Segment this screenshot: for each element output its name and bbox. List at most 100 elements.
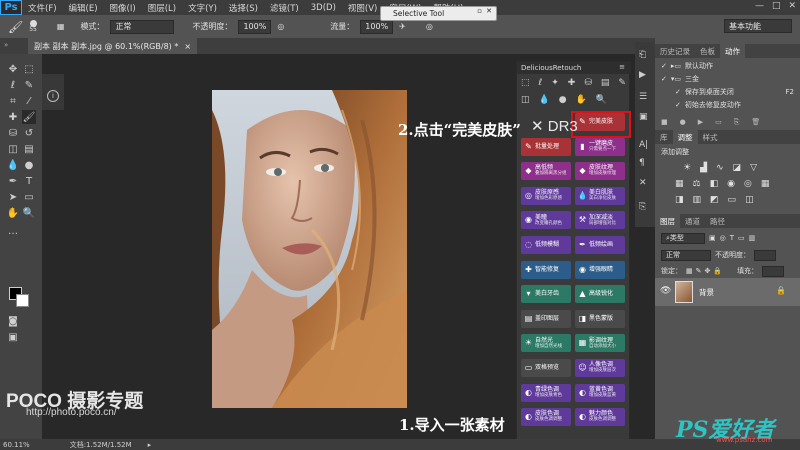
actions-panel-icon[interactable]: ▶ (639, 70, 646, 80)
tab-swatches[interactable]: 色板 (695, 44, 720, 58)
pressure-opacity-icon[interactable]: ◎ (277, 22, 284, 31)
brush-panel-icon[interactable]: ▦ (57, 22, 65, 31)
dr3-button-7[interactable]: 💧 美白肌肤 美白净化皮肤 (575, 186, 625, 205)
pressure-size-icon[interactable]: ◎ (426, 22, 433, 31)
move-tool-icon[interactable]: ✥ (6, 62, 20, 76)
close-button[interactable]: ✕ (788, 1, 796, 11)
airbrush-icon[interactable]: ✈ (399, 22, 406, 31)
lasso-tool-icon[interactable]: ℓ (6, 78, 20, 92)
character-panel-icon[interactable]: A| (639, 140, 648, 150)
eraser-mini-icon[interactable]: ◫ (521, 95, 530, 109)
curves-icon[interactable]: ∿ (716, 163, 724, 173)
document-tab-close[interactable]: × (184, 42, 191, 51)
tab-adjustments[interactable]: 调整 (672, 130, 698, 144)
dr3-button-12[interactable]: ✚ 智能修复 (521, 260, 571, 279)
mixer-icon[interactable]: ◎ (744, 179, 752, 189)
minimize-button[interactable]: — (755, 1, 764, 11)
levels-icon[interactable]: ▟ (700, 163, 707, 173)
dr3-button-20[interactable]: ▭ 双格预览 (521, 359, 571, 377)
workspace-select[interactable]: 基本功能 (724, 19, 792, 33)
dr3-button-17[interactable]: ◨ 黑色蒙版 (575, 309, 625, 328)
dr3-button-10[interactable]: ◌ 低频模糊 (521, 236, 571, 254)
play-icon[interactable]: ▶ (698, 118, 703, 126)
zoom-tool-icon[interactable]: 🔍 (22, 206, 36, 220)
menu-layer[interactable]: 图层(L) (142, 2, 182, 14)
blur-mini-icon[interactable]: 💧 (539, 95, 550, 109)
healing-mini-icon[interactable]: ✚ (568, 78, 576, 92)
more-tools-icon[interactable]: … (6, 224, 20, 238)
dr3-button-9[interactable]: ⚒ 加深减淡 局部增强对比 (575, 211, 625, 230)
dr3-button-15[interactable]: ▲ 高级锐化 (575, 285, 625, 304)
healing-brush-icon[interactable]: ✚ (6, 110, 20, 124)
clone-source-icon[interactable]: ⎘ (639, 202, 646, 212)
filter-icons[interactable]: ▣◎T▭▥ (709, 234, 759, 242)
hue-icon[interactable]: ▦ (675, 179, 684, 189)
blur-tool-icon[interactable]: 💧 (6, 158, 20, 172)
marquee-mini-icon[interactable]: ⬚ (521, 78, 530, 92)
info-icon[interactable]: i (47, 90, 59, 102)
dr3-button-19[interactable]: ▦ 影调纹理 自动添加大小 (575, 334, 625, 353)
tab-channels[interactable]: 通道 (680, 214, 705, 228)
tab-paths[interactable]: 路径 (705, 214, 730, 228)
flow-field[interactable]: 100% (360, 19, 394, 34)
mode-select[interactable]: 正常 (110, 19, 175, 34)
action-row[interactable]: ✓ 保存到桌面关闭 F2 (655, 86, 800, 98)
maximize-button[interactable]: □ (772, 1, 781, 11)
type-tool-icon[interactable]: T (22, 174, 36, 188)
visibility-eye-icon[interactable]: 👁 (660, 286, 671, 296)
path-select-icon[interactable]: ➤ (6, 190, 20, 204)
history-panel-icon[interactable]: ⎗ (639, 50, 646, 60)
photo-filter-icon[interactable]: ◉ (727, 179, 735, 189)
layer-row-background[interactable]: 👁 背景 🔒 (655, 278, 800, 306)
quick-select-icon[interactable]: ✎ (22, 78, 36, 92)
brush-tool-icon[interactable]: 🖌 (22, 110, 36, 124)
brush-tool-icon[interactable]: 🖌 (8, 20, 23, 34)
quick-mask-icon[interactable]: ◙ (6, 314, 20, 328)
layer-kind-select[interactable]: ⌕ 类型 (661, 232, 705, 244)
menu-3d[interactable]: 3D(D) (305, 3, 342, 13)
dr3-button-2[interactable]: ✎ 批量处理 (521, 137, 571, 156)
paragraph-panel-icon[interactable]: ¶ (639, 158, 645, 168)
dr3-button-24[interactable]: ◐ 皮肤色调 皮肤色调调整 (521, 408, 571, 427)
stamp-mini-icon[interactable]: ⛁ (584, 78, 592, 92)
brightness-icon[interactable]: ☀ (683, 163, 691, 173)
dodge-tool-icon[interactable]: ● (22, 158, 36, 172)
eyedropper-icon[interactable]: ⁄ (22, 94, 36, 108)
dr3-button-4[interactable]: ◆ 高低频 叠加隔离黑分组 (521, 162, 571, 181)
background-color-swatch[interactable] (16, 294, 29, 307)
exposure-icon[interactable]: ◪ (733, 163, 742, 173)
action-row[interactable]: ✓ ▸▭ 默认动作 (655, 60, 800, 72)
menu-select[interactable]: 选择(S) (223, 2, 264, 14)
document-tab[interactable]: 副本 副本 副本.jpg @ 60.1%(RGB/8) * × (28, 38, 198, 54)
dr3-button-23[interactable]: ◐ 蓝黄色调 增加皮肤蓝黄 (575, 383, 625, 402)
layer-opacity-field[interactable] (754, 249, 776, 261)
delete-icon[interactable]: 🗑 (751, 118, 760, 126)
tab-library[interactable]: 库 (655, 130, 673, 144)
pen-tool-icon[interactable]: ✒ (6, 174, 20, 188)
dr3-button-3[interactable]: ▮ 一键磨皮 只需要点一下 (575, 137, 625, 156)
dr3-button-21[interactable]: ☺ 人像色调 增加皮肤层次 (575, 359, 625, 377)
dr3-button-8[interactable]: ◉ 美瞳 改变瞳孔颜色 (521, 211, 571, 230)
menu-image[interactable]: 图像(I) (104, 2, 142, 14)
balance-icon[interactable]: ⚖ (693, 179, 701, 189)
blend-mode-select[interactable]: 正常 (661, 249, 711, 261)
stop-icon[interactable]: ■ (661, 118, 668, 126)
shape-tool-icon[interactable]: ▭ (22, 190, 36, 204)
bw-icon[interactable]: ◧ (710, 179, 719, 189)
invert-icon[interactable]: ◨ (675, 195, 684, 205)
action-row[interactable]: ✓ 初始去修复皮动作 (655, 99, 800, 111)
dr3-button-11[interactable]: ✒ 低频绘画 (575, 236, 625, 254)
adjust-panel-icon[interactable]: ☰ (639, 92, 647, 102)
action-row[interactable]: ✓ ▾▭ 三金 (655, 73, 800, 85)
opacity-field[interactable]: 100% (238, 19, 272, 34)
hand-mini-icon[interactable]: ✋ (576, 95, 587, 109)
lasso-mini-icon[interactable]: ℓ (539, 78, 543, 92)
dr3-button-14[interactable]: ▾ 美白牙齿 (521, 285, 571, 304)
dr3-button-18[interactable]: ☀ 自然光 增加自然光线 (521, 334, 571, 353)
properties-panel-icon[interactable]: ▣ (639, 112, 648, 122)
tab-history[interactable]: 历史记录 (655, 44, 695, 58)
menu-edit[interactable]: 编辑(E) (63, 2, 104, 14)
dr3-button-13[interactable]: ◉ 增强眼睛 (575, 260, 625, 279)
record-icon[interactable]: ● (680, 118, 686, 126)
menu-type[interactable]: 文字(Y) (182, 2, 223, 14)
